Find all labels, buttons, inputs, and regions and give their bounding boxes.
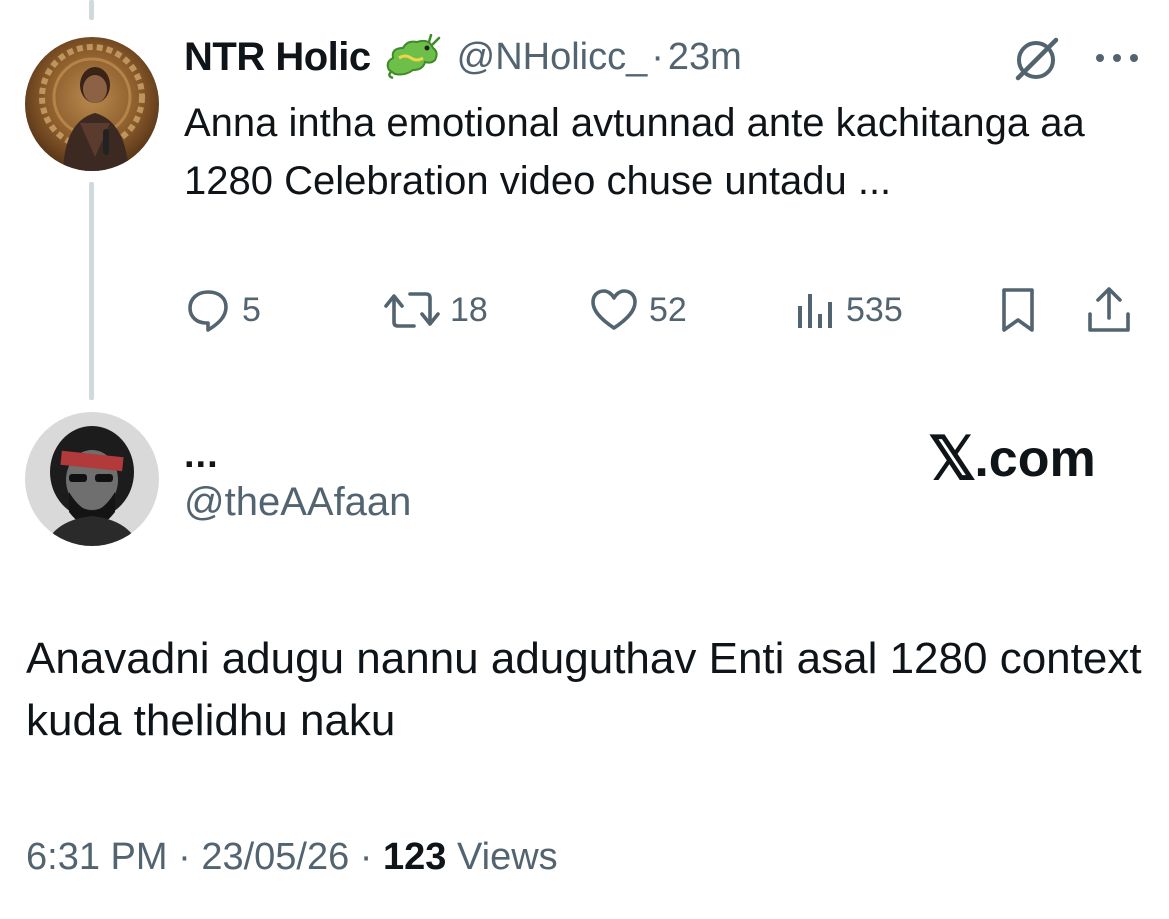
x-logo: 𝕏 [928,425,976,492]
avatar-ntr-holic[interactable] [25,37,159,171]
tweet-actions: 5 18 52 535 [184,282,1144,338]
dragon-emoji-icon [383,33,441,80]
share-icon [1088,287,1130,332]
views-button[interactable]: 535 [794,282,903,338]
thread-line [89,182,94,400]
heart-icon [591,289,637,330]
bookmark-icon [1002,288,1034,332]
separator-dot: · [651,35,664,78]
bookmark-button[interactable] [996,282,1040,338]
reply-icon [188,290,228,332]
handle[interactable]: @theAAfaan [184,480,411,525]
tweet-meta: 6:31 PM · 23/05/26 · 123 Views [26,836,558,879]
like-count: 52 [649,290,687,329]
reply-button[interactable]: 5 [184,282,261,338]
display-name[interactable]: NTR Holic [184,35,371,80]
views-count[interactable]: 123 [383,836,446,878]
tweet-text: Anavadni adugu nannu aduguthav Enti asal… [26,634,1142,745]
separator-dot: · [359,836,373,878]
share-button[interactable] [1084,282,1134,338]
thread-line-top [89,0,94,20]
grok-icon[interactable] [1012,34,1062,84]
more-options-icon[interactable] [1090,38,1144,78]
watermark-domain: .com [974,430,1096,488]
x-com-watermark: 𝕏 .com [928,424,1096,494]
separator-dot: · [178,836,191,878]
views-label: Views [456,836,558,878]
display-name[interactable]: ... [184,436,219,474]
retweet-button[interactable]: 18 [384,282,488,338]
timestamp[interactable]: 23m [668,36,742,79]
handle[interactable]: @NHolicc_ [457,36,648,79]
quoted-tweet-text: Anna intha emotional avtunnad ante kachi… [184,101,1085,203]
views-count: 535 [846,290,903,329]
tweet-time[interactable]: 6:31 PM [26,836,168,878]
reply-count: 5 [242,290,261,329]
quoted-tweet-header: NTR Holic @NHolicc_ · 23m [184,33,742,81]
tweet-date[interactable]: 23/05/26 [201,836,349,878]
retweet-icon [384,292,440,328]
analytics-icon [798,294,832,328]
like-button[interactable]: 52 [589,282,687,338]
retweet-count: 18 [450,290,488,329]
avatar-theaafaan[interactable] [25,412,159,546]
